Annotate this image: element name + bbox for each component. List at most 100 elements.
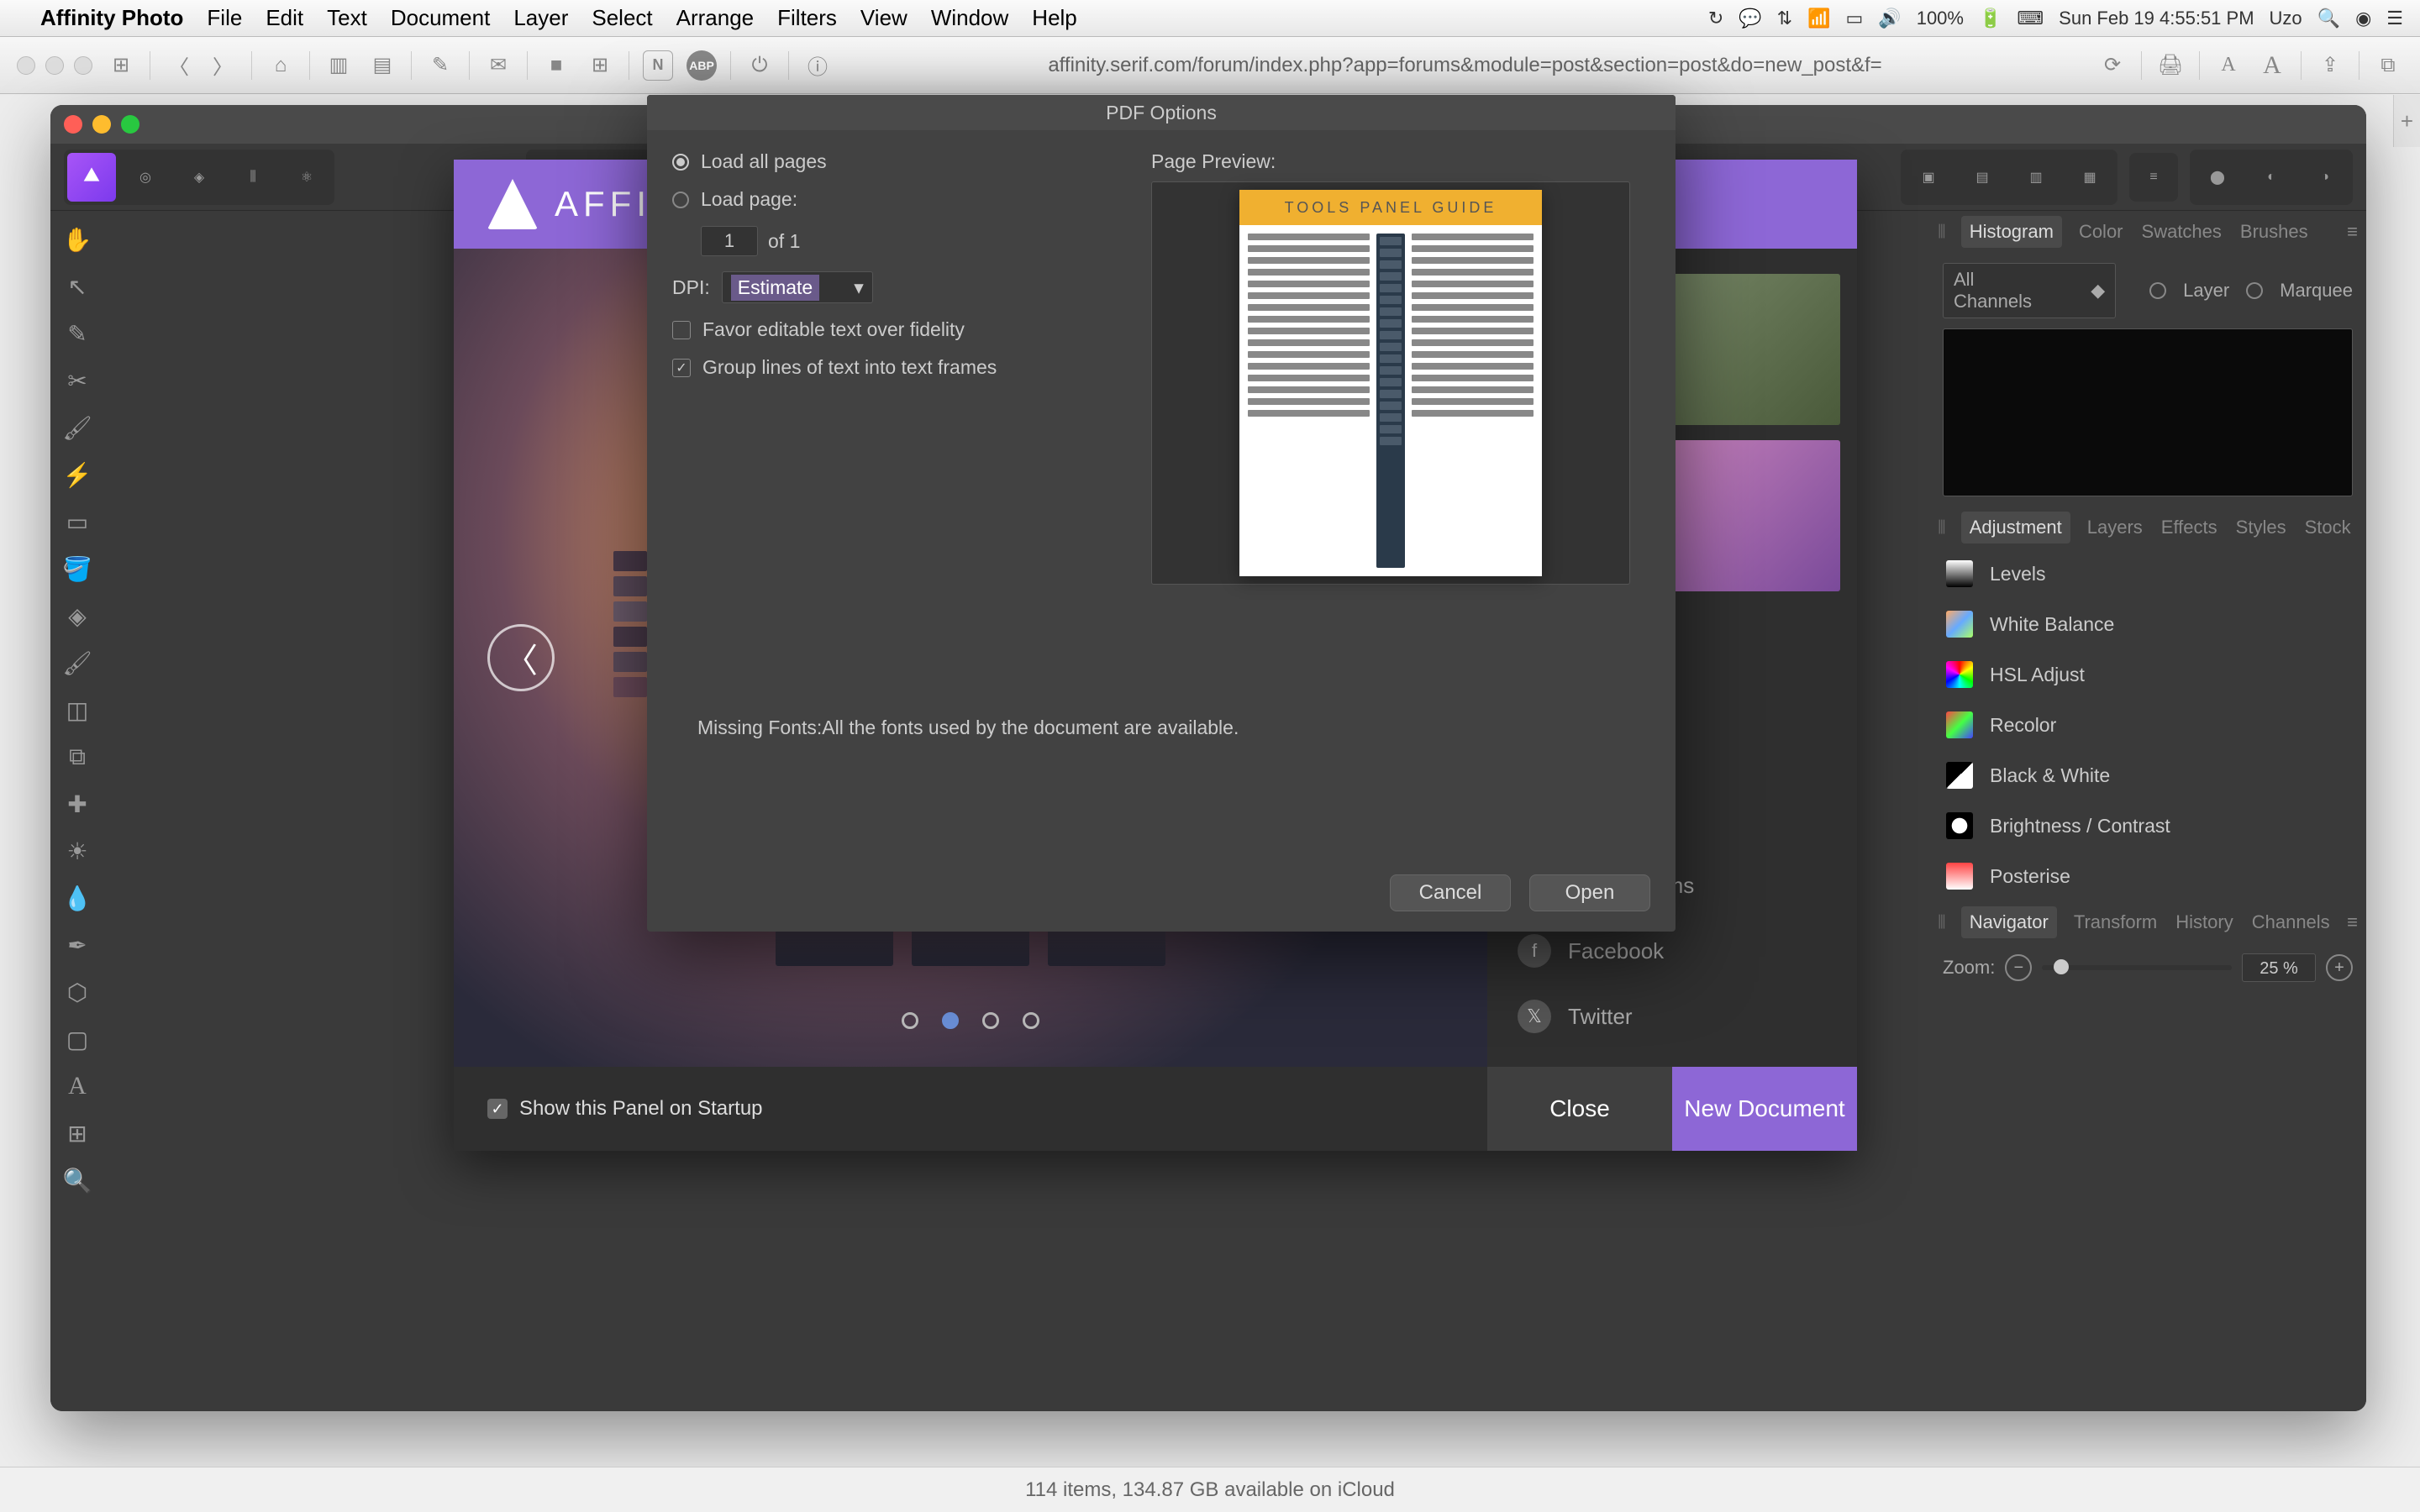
chat-icon[interactable]: 💬 — [1739, 8, 1761, 29]
clone-tool-icon[interactable]: ⧉ — [55, 735, 99, 779]
marquee-tool-icon[interactable]: ▭ — [55, 500, 99, 543]
zoom-input[interactable]: 25 % — [2242, 953, 2316, 982]
text-tool-icon[interactable]: A — [55, 1064, 99, 1108]
panel-grip-icon[interactable]: ⦀ — [1938, 221, 1946, 243]
mesh-tool-icon[interactable]: ⊞ — [55, 1111, 99, 1155]
thumb[interactable] — [613, 652, 647, 672]
order-front-icon[interactable]: ▣ — [1904, 153, 1953, 202]
thumb[interactable] — [613, 601, 647, 622]
dodge-tool-icon[interactable]: ☀ — [55, 829, 99, 873]
zoom-in-button[interactable]: + — [2326, 954, 2353, 981]
bluetooth-icon[interactable]: ⇅ — [1777, 8, 1792, 29]
cancel-button[interactable]: Cancel — [1390, 874, 1511, 911]
grid-icon[interactable]: ⊞ — [585, 50, 615, 81]
healing-tool-icon[interactable]: ✚ — [55, 782, 99, 826]
paint-brush-tool-icon[interactable]: 🖌 — [55, 641, 99, 685]
node-tool-icon[interactable]: ⬡ — [55, 970, 99, 1014]
thumb[interactable] — [613, 576, 647, 596]
show-on-startup-checkbox[interactable]: ✓ Show this Panel on Startup — [454, 1097, 1487, 1121]
info-icon[interactable]: ⓘ — [802, 50, 833, 81]
menu-edit[interactable]: Edit — [266, 5, 303, 31]
tab-stock[interactable]: Stock — [2303, 512, 2353, 543]
tab-brushes[interactable]: Brushes — [2238, 216, 2310, 248]
volume-icon[interactable]: 🔊 — [1878, 8, 1901, 29]
dpi-select[interactable]: Estimate ▾ — [722, 271, 873, 303]
window-traffic-lights[interactable] — [64, 115, 139, 134]
layer-radio[interactable] — [2149, 282, 2166, 299]
order-forward-icon[interactable]: ▤ — [1958, 153, 2007, 202]
panel-icon[interactable]: ▥ — [324, 50, 354, 81]
notification-icon[interactable]: ☰ — [2386, 8, 2403, 29]
zoom-window-icon[interactable] — [121, 115, 139, 134]
mail-icon[interactable]: ✉ — [483, 50, 513, 81]
menu-select[interactable]: Select — [592, 5, 652, 31]
battery-percent[interactable]: 100% — [1917, 8, 1964, 29]
panel-menu-icon[interactable]: ≡ — [2347, 911, 2358, 933]
menu-file[interactable]: File — [207, 5, 242, 31]
tab-navigator[interactable]: Navigator — [1961, 906, 2057, 938]
boolean-add-icon[interactable]: ⬤ — [2193, 153, 2242, 202]
fontsize-large-icon[interactable]: A — [2257, 50, 2287, 81]
erase-tool-icon[interactable]: ◫ — [55, 688, 99, 732]
color-picker-tool-icon[interactable]: ✎ — [55, 312, 99, 355]
export-persona-icon[interactable]: ⚛ — [282, 153, 331, 202]
menu-text[interactable]: Text — [327, 5, 367, 31]
battery-icon[interactable]: 🔋 — [1979, 8, 2002, 29]
move-tool-icon[interactable]: ↖ — [55, 265, 99, 308]
photo-persona-icon[interactable] — [67, 153, 116, 202]
load-all-pages-radio[interactable]: Load all pages — [672, 150, 1126, 173]
social-facebook[interactable]: fFacebook — [1504, 926, 1840, 976]
clock[interactable]: Sun Feb 19 4:55:51 PM — [2059, 8, 2254, 29]
minimize-window-icon[interactable] — [92, 115, 111, 134]
adjustment-recolor[interactable]: Recolor — [1929, 700, 2366, 750]
power-icon[interactable]: ⏻ — [744, 50, 775, 81]
welcome-close-button[interactable]: Close — [1487, 1067, 1672, 1151]
url-field[interactable]: affinity.serif.com/forum/index.php?app=f… — [846, 54, 2084, 77]
channels-select[interactable]: All Channels◆ — [1943, 263, 2116, 318]
menu-document[interactable]: Document — [391, 5, 491, 31]
tab-adjustment[interactable]: Adjustment — [1961, 512, 2070, 543]
pen-tool-icon[interactable]: ✒ — [55, 923, 99, 967]
fontsize-small-icon[interactable]: A — [2213, 50, 2244, 81]
tab-history[interactable]: History — [2174, 906, 2234, 938]
stop-icon[interactable]: ■ — [541, 50, 571, 81]
carousel-prev-button[interactable]: 〈 — [487, 624, 555, 691]
tabs-icon[interactable]: ⧉ — [2373, 50, 2403, 81]
flood-select-tool-icon[interactable]: ⚡ — [55, 453, 99, 496]
browser-traffic-lights[interactable] — [17, 56, 92, 75]
new-tab-button[interactable]: + — [2393, 95, 2420, 147]
zoom-out-button[interactable]: − — [2005, 954, 2032, 981]
load-page-radio[interactable]: Load page: — [672, 188, 1126, 211]
reload-icon[interactable]: ⟳ — [2097, 50, 2128, 81]
input-icon[interactable]: ⌨ — [2017, 8, 2044, 29]
tab-styles[interactable]: Styles — [2234, 512, 2288, 543]
close-window-icon[interactable] — [64, 115, 82, 134]
forward-icon[interactable]: 〉 — [208, 50, 238, 81]
dot-active[interactable] — [942, 1012, 959, 1029]
readinglist-icon[interactable]: ▤ — [367, 50, 397, 81]
tab-swatches[interactable]: Swatches — [2140, 216, 2223, 248]
tab-channels[interactable]: Channels — [2250, 906, 2332, 938]
liquify-persona-icon[interactable]: ◎ — [121, 153, 170, 202]
sidebar-toggle-icon[interactable]: ⊞ — [106, 50, 136, 81]
tone-persona-icon[interactable]: ⫼ — [229, 153, 277, 202]
align-icon[interactable]: ≡ — [2129, 153, 2178, 202]
adjustment-bw[interactable]: Black & White — [1929, 750, 2366, 801]
new-document-button[interactable]: New Document — [1672, 1067, 1857, 1151]
display-icon[interactable]: ▭ — [1846, 8, 1864, 29]
menu-window[interactable]: Window — [931, 5, 1008, 31]
menu-filters[interactable]: Filters — [777, 5, 837, 31]
hand-tool-icon[interactable]: ✋ — [55, 218, 99, 261]
adjustment-levels[interactable]: Levels — [1929, 549, 2366, 599]
develop-persona-icon[interactable]: ◈ — [175, 153, 224, 202]
tab-layers[interactable]: Layers — [2086, 512, 2144, 543]
shape-tool-icon[interactable]: ▢ — [55, 1017, 99, 1061]
adjustment-brightness-contrast[interactable]: Brightness / Contrast — [1929, 801, 2366, 851]
adjustment-hsl[interactable]: HSL Adjust — [1929, 649, 2366, 700]
order-backward-icon[interactable]: ▥ — [2012, 153, 2060, 202]
gradient-tool-icon[interactable]: ◈ — [55, 594, 99, 638]
user-name[interactable]: Uzo — [2270, 8, 2302, 29]
extension-n-icon[interactable]: N — [643, 50, 673, 81]
adjustment-posterise[interactable]: Posterise — [1929, 851, 2366, 901]
tab-histogram[interactable]: Histogram — [1961, 216, 2062, 248]
